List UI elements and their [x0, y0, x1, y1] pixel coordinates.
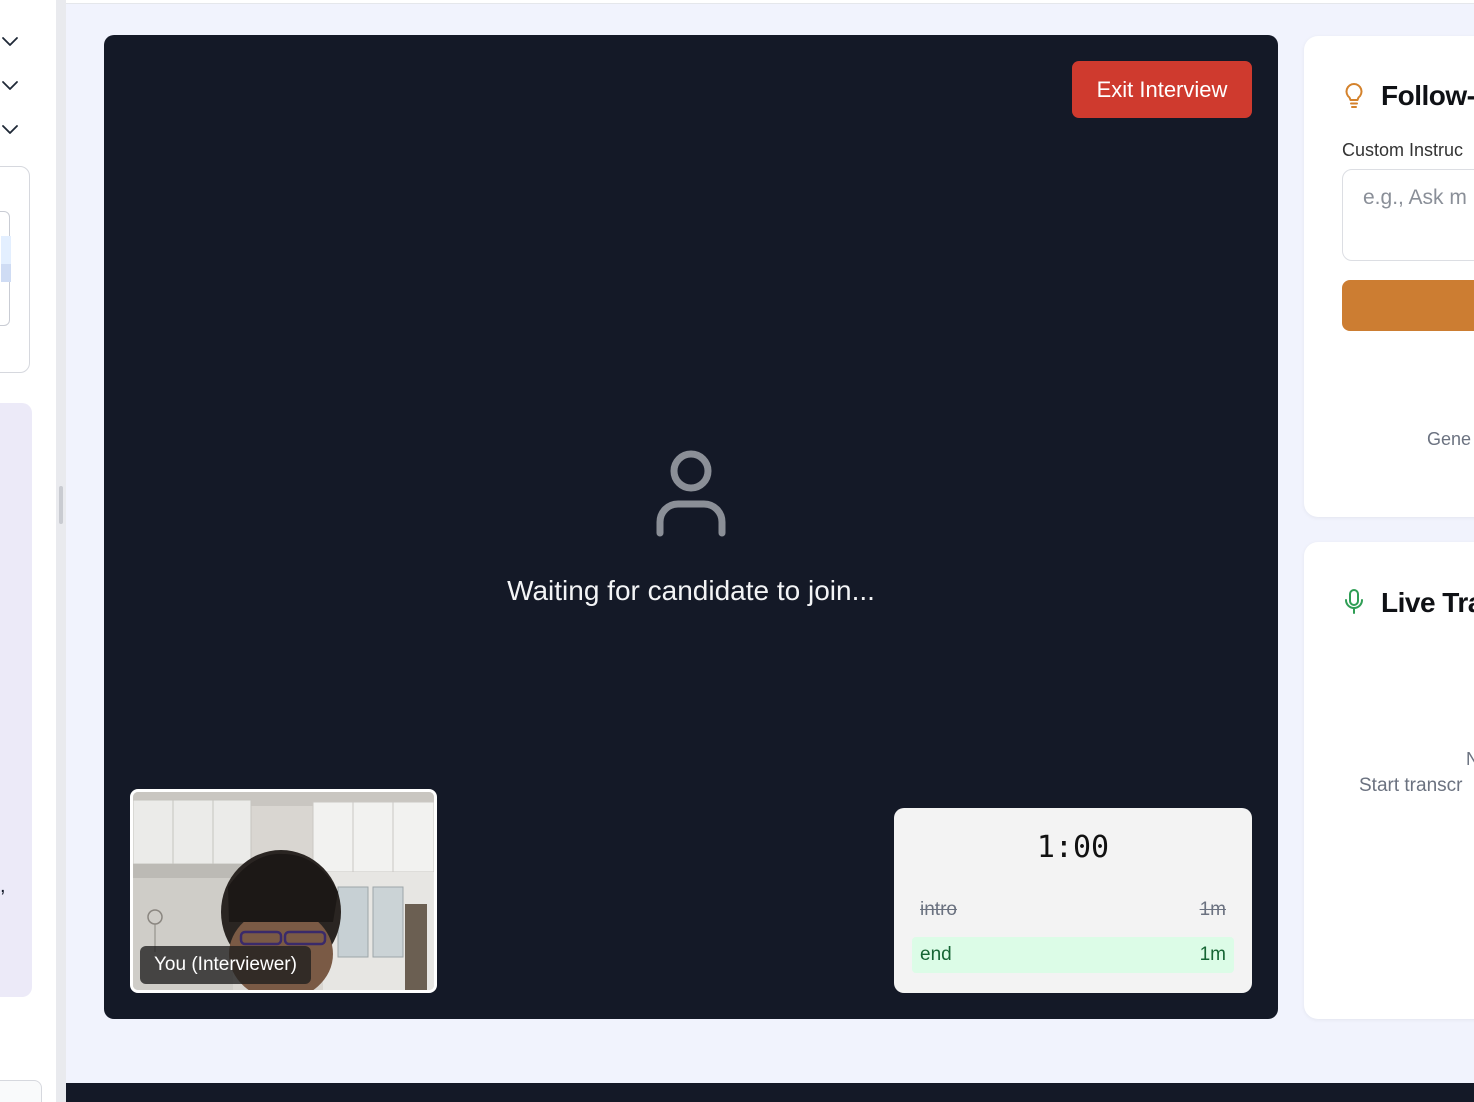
self-view-label: You (Interviewer)	[140, 946, 311, 984]
sidebar-notes-panel	[0, 403, 32, 997]
timer-stage-row-active: end 1m	[912, 937, 1234, 973]
chevron-down-icon[interactable]	[0, 32, 20, 52]
user-icon	[656, 450, 726, 537]
exit-interview-button[interactable]: Exit Interview	[1072, 61, 1252, 118]
left-sidebar: ,	[0, 0, 56, 1102]
transcript-empty-hint: Start transcr	[1359, 775, 1463, 796]
sidebar-bottom-control[interactable]	[0, 1080, 42, 1102]
live-transcript-panel: Live Tra N Start transcr	[1304, 542, 1474, 1019]
custom-instructions-label: Custom Instruc	[1342, 140, 1464, 160]
stage-name: intro	[920, 899, 957, 920]
transcript-empty-title: N	[1466, 749, 1474, 769]
stage-duration: 1m	[1199, 899, 1226, 920]
timer-remaining: 1:00	[1036, 830, 1110, 865]
waiting-message: Waiting for candidate to join...	[507, 575, 875, 606]
lightbulb-icon	[1345, 83, 1363, 108]
stage-duration: 1m	[1199, 944, 1226, 965]
resize-handle[interactable]	[59, 486, 63, 524]
bottom-bar	[66, 1083, 1474, 1102]
stage-name: end	[920, 944, 952, 965]
followup-title: Follow-	[1381, 80, 1474, 111]
panel-divider[interactable]	[56, 0, 66, 1102]
transcript-title: Live Tra	[1381, 587, 1474, 618]
generate-followup-button[interactable]	[1342, 280, 1474, 331]
followup-panel: Follow- Custom Instruc Gene	[1304, 36, 1474, 517]
generate-hint-text: Gene	[1427, 429, 1472, 449]
microphone-icon	[1345, 589, 1363, 614]
custom-instructions-input[interactable]	[1342, 169, 1474, 261]
interview-timer-card: 1:00 intro 1m end 1m	[894, 808, 1252, 993]
sidebar-text-fragment: ,	[0, 875, 6, 897]
video-stage: Exit Interview Waiting for candidate to …	[104, 35, 1278, 1019]
chevron-down-icon[interactable]	[0, 120, 20, 140]
timer-stage-row: intro 1m	[912, 892, 1234, 928]
self-video-tile[interactable]: You (Interviewer)	[130, 789, 437, 993]
top-border	[66, 0, 1474, 4]
chevron-down-icon[interactable]	[0, 76, 20, 96]
sidebar-preview-thumbnail	[0, 211, 11, 326]
